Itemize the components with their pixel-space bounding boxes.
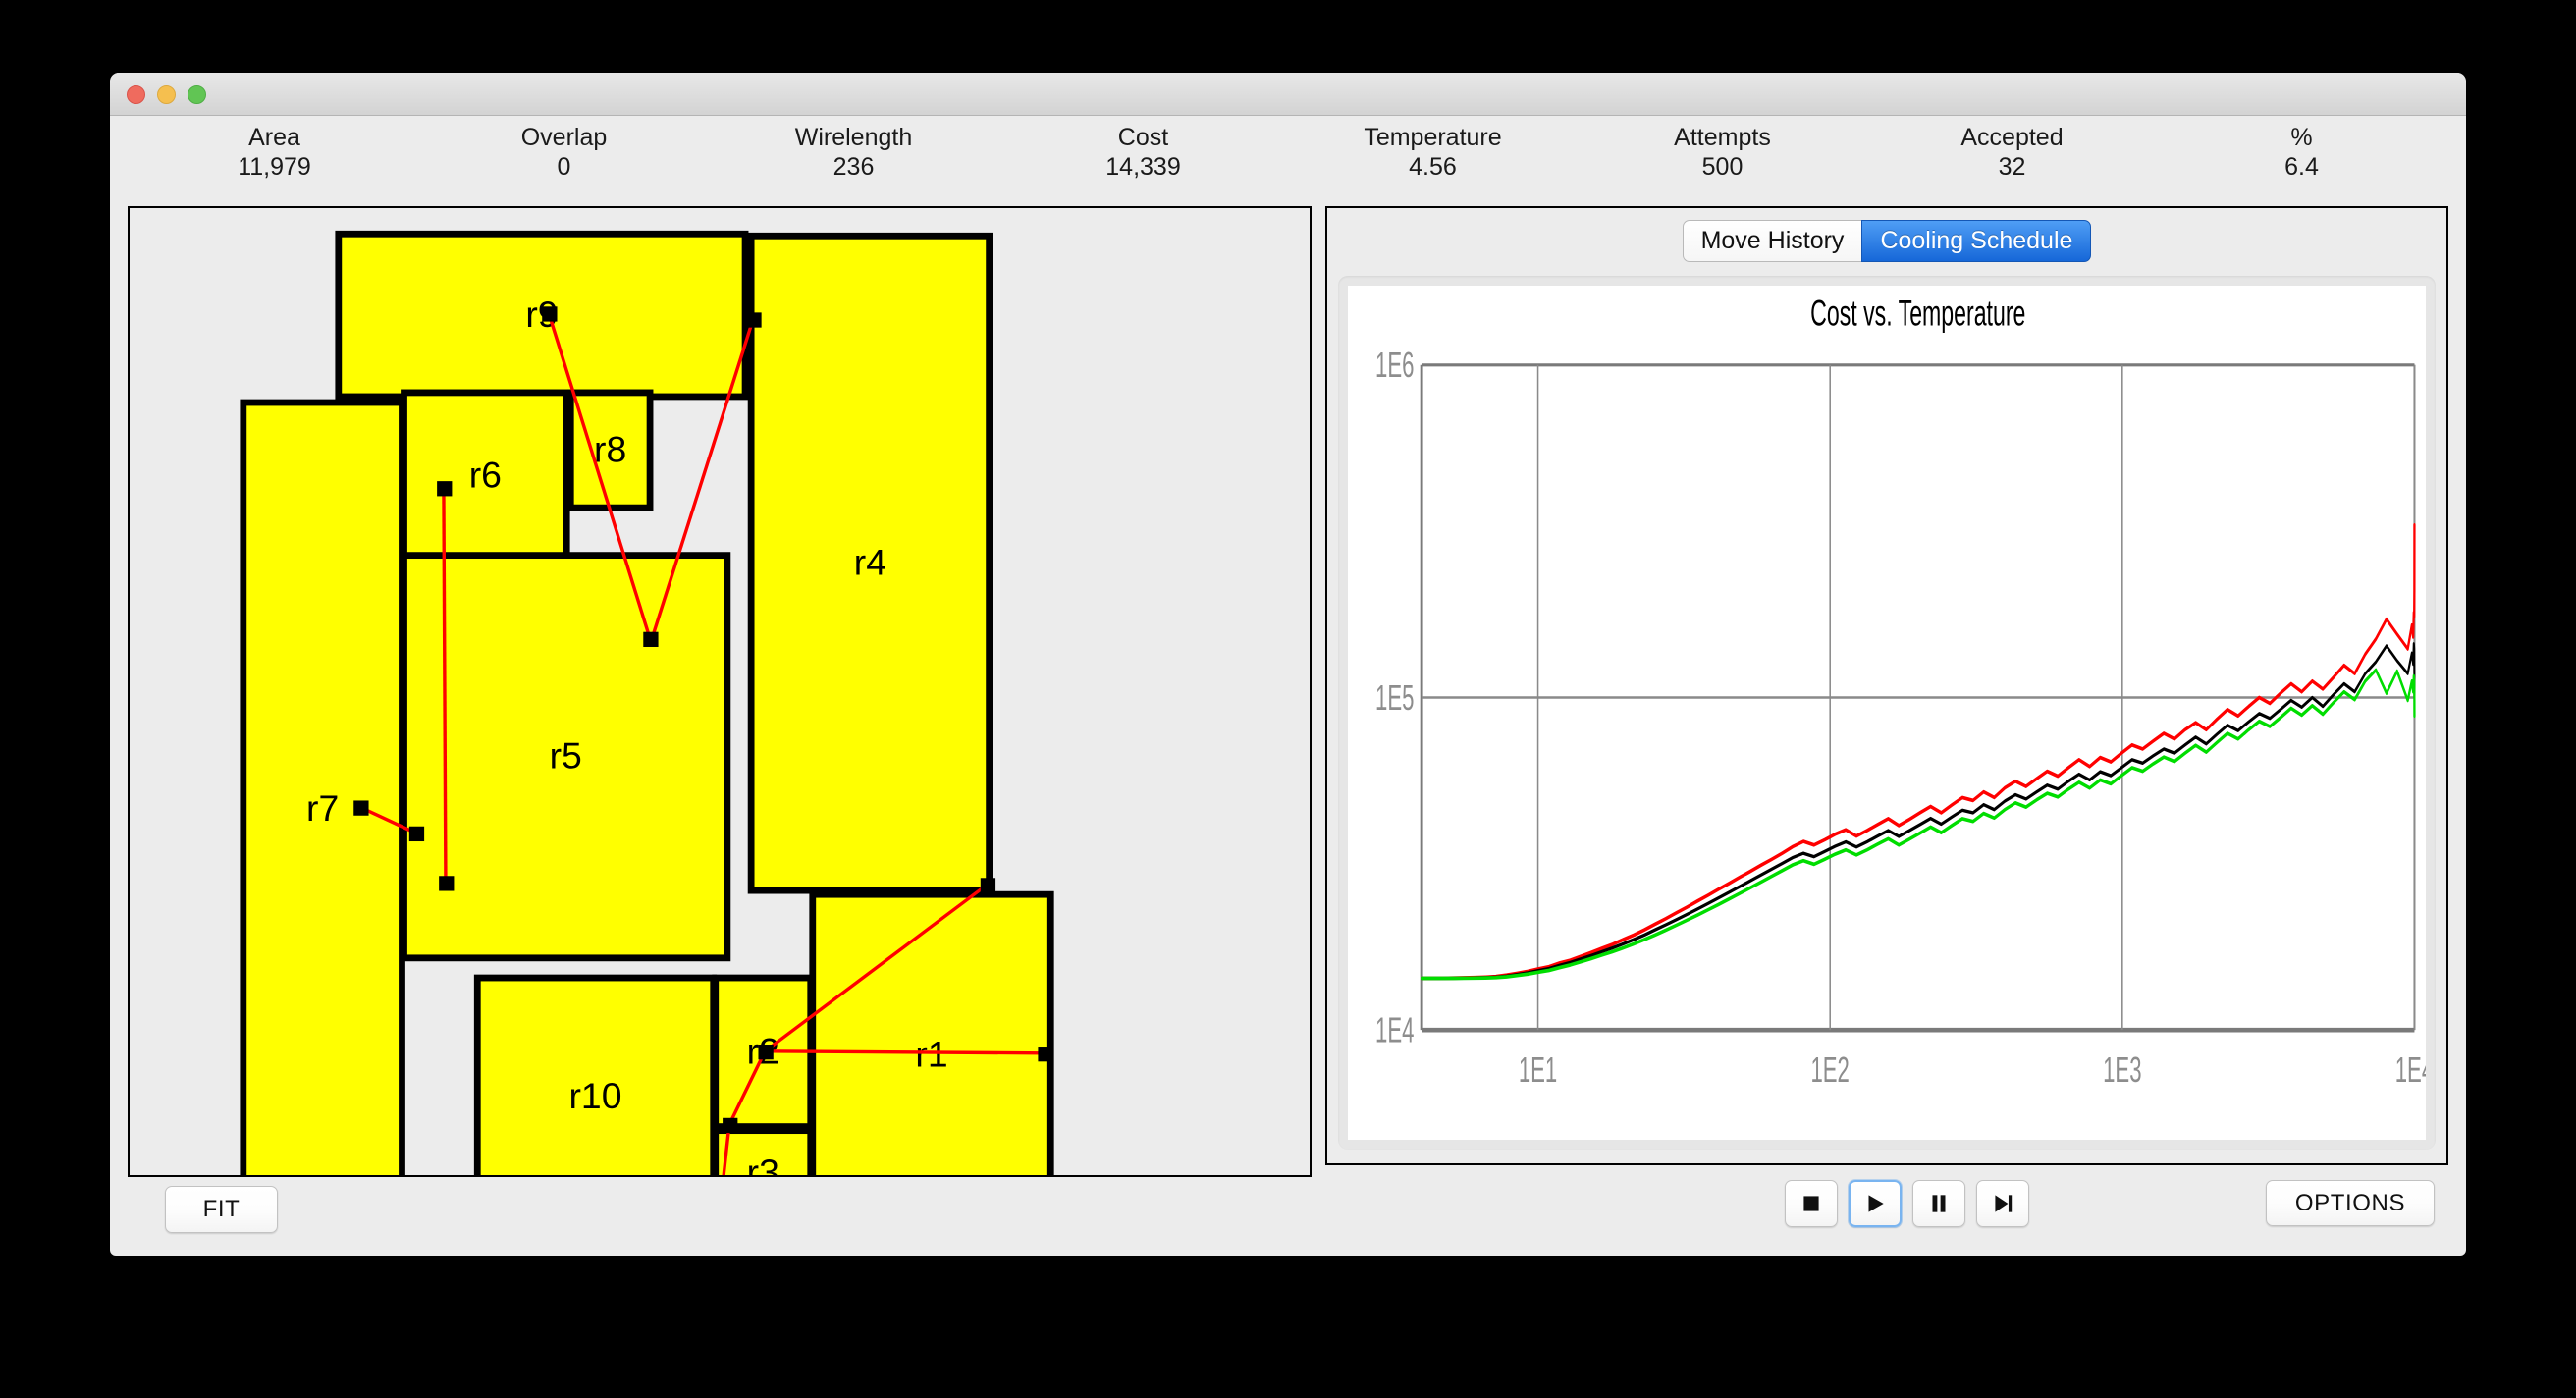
- stat-: % 6.4: [2157, 124, 2446, 182]
- traffic-light-group: [127, 85, 206, 104]
- x-tick-label: 1E1: [1519, 1051, 1557, 1091]
- stat-value: 6.4: [2284, 153, 2319, 181]
- stat-label: Area: [248, 124, 300, 151]
- y-tick-label: 1E4: [1375, 1011, 1414, 1050]
- pin-marker: [746, 312, 762, 328]
- pin-marker: [758, 1045, 774, 1060]
- play-button[interactable]: [1848, 1180, 1902, 1227]
- floorplan-block-r4[interactable]: r4: [747, 232, 993, 894]
- stat-label: Overlap: [520, 124, 608, 151]
- series-line-avg-cost: [1421, 642, 2416, 981]
- playback-toolbar: OPTIONS: [1325, 1165, 2448, 1242]
- stop-button[interactable]: [1784, 1180, 1838, 1227]
- block-label: r4: [854, 542, 886, 583]
- fit-button[interactable]: FIT: [165, 1185, 278, 1233]
- stat-value: 4.56: [1409, 153, 1457, 181]
- pin-marker: [643, 631, 659, 647]
- stat-attempts: Attempts 500: [1578, 124, 1867, 182]
- floorplan-block-r10[interactable]: r10: [473, 974, 718, 1175]
- floorplan-drawing: r9r4r6r8r7r5r1r10r2r3: [240, 230, 1054, 1175]
- floorplan-block-r3[interactable]: r3: [712, 1127, 815, 1175]
- transport-controls: [1745, 1180, 2029, 1227]
- floorplan-block-r9[interactable]: r9: [335, 230, 749, 401]
- stat-value: 11,979: [238, 153, 311, 181]
- close-window-button[interactable]: [127, 85, 145, 104]
- chart-tab-bar: Move History Cooling Schedule: [1682, 220, 2092, 262]
- stat-label: Accepted: [1960, 124, 2064, 151]
- block-label: r5: [550, 735, 582, 777]
- stat-value: 14,339: [1105, 153, 1181, 181]
- block-label: r7: [306, 787, 339, 829]
- stat-value: 0: [557, 153, 571, 181]
- pause-button[interactable]: [1911, 1180, 1965, 1227]
- stat-value: 236: [832, 153, 875, 181]
- pin-marker: [408, 826, 425, 842]
- stat-label: Temperature: [1364, 124, 1502, 151]
- floorplan-block-r7[interactable]: r7: [240, 399, 405, 1175]
- pin-marker: [353, 800, 369, 816]
- floorplan-block-r5[interactable]: r5: [401, 552, 731, 962]
- stat-area: Area 11,979: [130, 124, 419, 182]
- pin-marker: [437, 481, 453, 497]
- series-line-max-cost: [1420, 522, 2416, 981]
- stat-label: Attempts: [1674, 124, 1771, 151]
- statistics-bar: Area 11,979 Overlap 0 Wirelength 236 Cost 14,33…: [110, 116, 2466, 193]
- block-label: r3: [747, 1152, 779, 1175]
- net-wire: [765, 1049, 1046, 1055]
- stat-label: Cost: [1117, 124, 1169, 151]
- x-tick-label: 1E3: [2103, 1051, 2141, 1091]
- options-wrapper: OPTIONS: [2266, 1180, 2435, 1226]
- stat-cost: Cost 14,339: [998, 124, 1288, 182]
- x-tick-label: 1E4: [2395, 1051, 2426, 1091]
- chart-title: Cost vs. Temperature: [1810, 293, 2025, 334]
- floorplan-block-r1[interactable]: r1: [809, 890, 1054, 1175]
- plot-container: Cost vs. Temperature 1E1 1E2 1E3 1E4 1E4 1E5 1E…: [1338, 276, 2436, 1150]
- chart-column: Move History Cooling Schedule Cost vs. T…: [1325, 206, 2448, 1242]
- block-label: r10: [569, 1075, 622, 1116]
- play-icon: [1868, 1195, 1884, 1212]
- stat-label: Wirelength: [794, 124, 913, 151]
- net-wire: [442, 487, 448, 884]
- x-tick-label: 1E2: [1810, 1051, 1849, 1091]
- stat-value: 32: [1998, 153, 2026, 181]
- minimize-window-button[interactable]: [157, 85, 176, 104]
- step-forward-icon: [1994, 1195, 2012, 1212]
- chart-panel: Move History Cooling Schedule Cost vs. T…: [1325, 206, 2448, 1165]
- floorplan-toolbar: FIT: [128, 1177, 1312, 1242]
- title-bar: [110, 73, 2466, 116]
- stat-accepted: Accepted 32: [1867, 124, 2157, 182]
- floorplan-block-r6[interactable]: r6: [401, 389, 570, 564]
- floorplan-canvas[interactable]: r9r4r6r8r7r5r1r10r2r3: [128, 206, 1312, 1177]
- stat-wirelength: Wirelength 236: [709, 124, 998, 182]
- block-label: r6: [469, 455, 502, 496]
- stat-overlap: Overlap 0: [419, 124, 709, 182]
- plot-surface[interactable]: Cost vs. Temperature 1E1 1E2 1E3 1E4 1E4 1E5 1E…: [1348, 286, 2426, 1140]
- cost-vs-temperature-chart: Cost vs. Temperature 1E1 1E2 1E3 1E4 1E4 1E5 1E…: [1375, 293, 2426, 1091]
- y-tick-label: 1E5: [1375, 679, 1414, 719]
- y-tick-label: 1E6: [1375, 347, 1414, 386]
- pin-marker: [439, 876, 455, 891]
- options-button[interactable]: OPTIONS: [2266, 1180, 2435, 1226]
- step-forward-button[interactable]: [1975, 1180, 2029, 1227]
- tab-cooling-schedule[interactable]: Cooling Schedule: [1861, 220, 2092, 262]
- stat-temperature: Temperature 4.56: [1288, 124, 1578, 182]
- pin-marker: [980, 878, 996, 893]
- block-label: r8: [594, 428, 626, 469]
- stat-value: 500: [1701, 153, 1744, 181]
- stop-icon: [1802, 1196, 1819, 1211]
- pin-marker: [542, 306, 558, 322]
- pin-marker: [1038, 1047, 1053, 1062]
- zoom-window-button[interactable]: [188, 85, 206, 104]
- app-window: Area 11,979 Overlap 0 Wirelength 236 Cost 14,33…: [110, 73, 2466, 1256]
- pause-icon: [1932, 1195, 1945, 1212]
- tab-move-history[interactable]: Move History: [1682, 220, 1862, 262]
- floorplan-column: r9r4r6r8r7r5r1r10r2r3 FIT: [128, 206, 1312, 1242]
- stat-label: %: [2290, 124, 2313, 151]
- floorplan-block-r8[interactable]: r8: [566, 389, 654, 511]
- pin-marker: [723, 1117, 738, 1134]
- main-content: r9r4r6r8r7r5r1r10r2r3 FIT Move History C…: [110, 206, 2466, 1256]
